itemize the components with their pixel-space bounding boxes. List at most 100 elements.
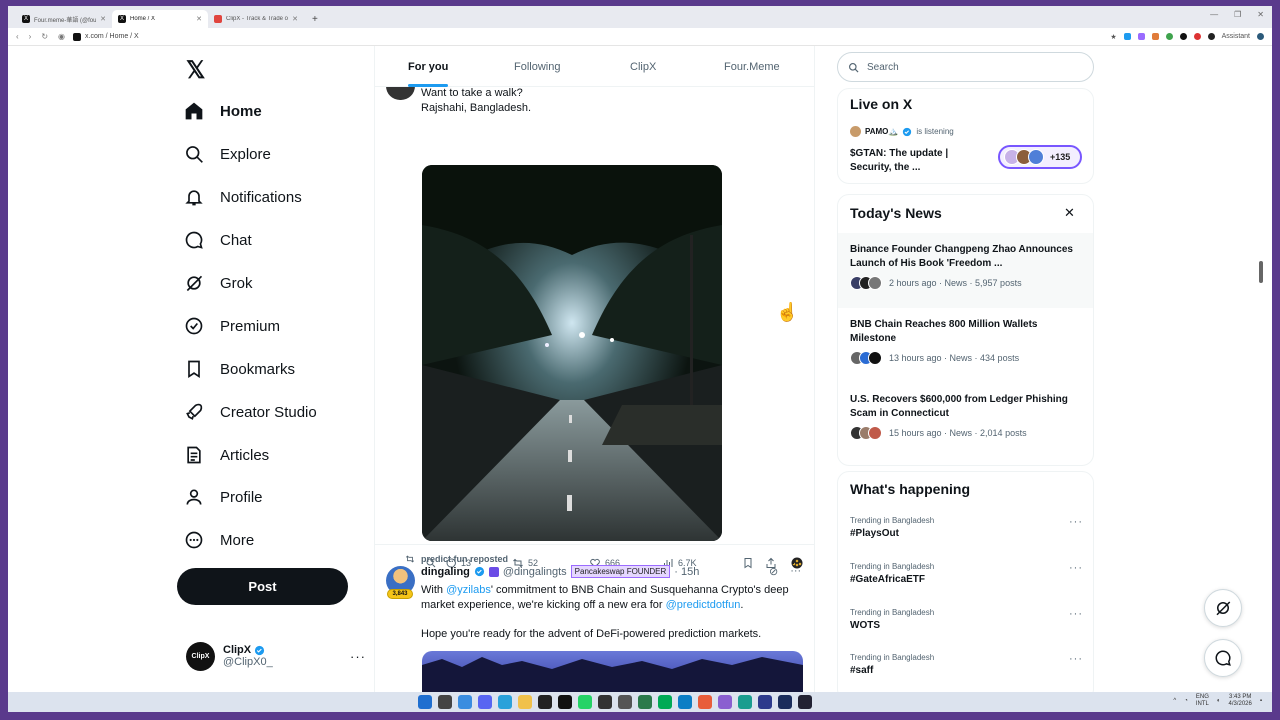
extension-icon[interactable] [1137,33,1145,40]
space-title[interactable]: $GTAN: The update | Security, the ... [850,147,990,175]
browser-tab-fourmeme[interactable]: XFour.meme-華語 (@fourdotm✕ [16,10,112,28]
url-field[interactable]: x.com / Home / X [73,32,139,41]
app-icon[interactable] [458,695,472,709]
extension-icon[interactable] [1165,33,1173,40]
maximize-icon[interactable]: ❐ [1234,10,1241,19]
close-tab-icon[interactable]: ✕ [100,15,106,23]
language-indicator[interactable]: ENG INTL [1196,694,1209,708]
nav-profile[interactable]: Profile [184,477,263,517]
mention-link[interactable]: @yzilabs [446,584,491,596]
author-handle[interactable]: @dingalingts [503,566,567,578]
nav-explore[interactable]: Explore [184,134,271,174]
edge-icon[interactable] [678,695,692,709]
grok-icon[interactable]: ⊘ [769,565,778,578]
news-item[interactable]: Binance Founder Changpeng Zhao Announces… [838,233,1093,308]
space-host[interactable]: PAMO🏔️ is listening [850,126,954,137]
browser-tab-home[interactable]: X Home / X ✕ [112,10,208,28]
tab-four-meme[interactable]: Four.Meme [724,46,780,87]
more-icon[interactable]: ··· [1069,653,1083,665]
more-icon[interactable]: ··· [1069,608,1083,620]
notification-icon[interactable]: ▪ [1260,698,1262,704]
app-icon[interactable] [738,695,752,709]
star-icon[interactable]: ★ [1110,33,1116,41]
app-icon[interactable] [778,695,792,709]
x-logo-icon[interactable]: 𝕏 [186,56,210,84]
tab-clipx[interactable]: ClipX [630,46,656,87]
app-icon[interactable] [538,695,552,709]
tweet-photo[interactable] [422,165,722,541]
trend-item[interactable]: Trending in Bangladesh #saff ··· [850,653,1083,676]
back-icon[interactable]: ‹ [16,32,19,41]
tweet-time[interactable]: · 15h [674,566,699,578]
new-tab-button[interactable]: + [304,10,326,28]
tab-following[interactable]: Following [514,46,560,87]
close-icon[interactable]: ✕ [1064,205,1075,221]
chat-floating-button[interactable] [1204,639,1242,677]
bookmark-button[interactable] [742,557,765,569]
discord-icon[interactable] [478,695,492,709]
wifi-icon[interactable]: ◔ [1184,698,1188,704]
account-more-icon[interactable]: ··· [350,649,366,664]
more-icon[interactable]: ··· [790,565,801,578]
author-name[interactable]: dingaling [421,566,470,578]
browser-tab-clipx[interactable]: ClipX - Track & Trade on X - C✕ [208,10,304,28]
volume-icon[interactable]: ◐ [1217,698,1221,704]
nav-home[interactable]: Home [184,91,262,131]
nav-creator-studio[interactable]: Creator Studio [184,392,317,432]
app-icon[interactable] [798,695,812,709]
trend-item[interactable]: Trending in Bangladesh #GateAfricaETF ··… [850,562,1083,585]
file-explorer-icon[interactable] [518,695,532,709]
nav-grok[interactable]: Grok [184,263,253,303]
repost-context[interactable]: predict.fun reposted [405,554,508,564]
telegram-icon[interactable] [498,695,512,709]
news-item[interactable]: BNB Chain Reaches 800 Million Wallets Mi… [838,308,1093,383]
affiliation-badge[interactable]: Pancakeswap FOUNDER [570,565,671,578]
nav-notifications[interactable]: Notifications [184,177,302,217]
page-scrollbar[interactable] [1259,261,1263,283]
profile-avatar-icon[interactable] [1257,33,1264,40]
news-item[interactable]: U.S. Recovers $600,000 from Ledger Phish… [838,383,1093,458]
more-icon[interactable]: ··· [1069,562,1083,574]
extension-icon[interactable] [1123,33,1131,40]
more-icon[interactable]: ··· [1069,516,1083,528]
post-button[interactable]: Post [177,568,348,605]
avatar[interactable] [386,86,415,100]
nav-bookmarks[interactable]: Bookmarks [184,349,295,389]
trend-item[interactable]: Trending in Bangladesh WOTS ··· [850,608,1083,631]
app-icon[interactable] [558,695,572,709]
chatgpt-icon[interactable] [618,695,632,709]
close-tab-icon[interactable]: ✕ [196,15,202,23]
search-input[interactable]: Search [837,52,1094,82]
extension-icon[interactable] [1193,33,1201,40]
app-icon[interactable] [698,695,712,709]
app-icon[interactable] [758,695,772,709]
app-icon[interactable] [638,695,652,709]
account-switcher[interactable]: ClipX ClipX @ClipX0_ ··· [186,638,366,674]
tray-chevron-icon[interactable]: ^ [1173,698,1176,704]
nav-more[interactable]: More [184,520,254,560]
extension-icon[interactable] [1179,33,1187,40]
nav-premium[interactable]: Premium [184,306,280,346]
extension-icon[interactable] [1207,33,1215,40]
grok-floating-button[interactable] [1204,589,1242,627]
trend-item[interactable]: Trending in Bangladesh #PlaysOut ··· [850,516,1083,539]
forward-icon[interactable]: › [29,32,32,41]
mic-icon[interactable]: ◉ [58,32,65,41]
whatsapp-icon[interactable] [578,695,592,709]
taskview-icon[interactable] [438,695,452,709]
close-window-icon[interactable]: ✕ [1257,10,1264,19]
mention-link[interactable]: @predictdotfun [666,599,741,611]
app-icon[interactable] [598,695,612,709]
reload-icon[interactable]: ↻ [41,32,48,41]
nav-chat[interactable]: Chat [184,220,252,260]
tab-for-you[interactable]: For you [408,46,448,87]
space-listeners[interactable]: +135 [998,145,1082,169]
assistant-button[interactable]: Assistant [1222,33,1250,40]
clock[interactable]: 3:43 PM 4/3/2026 [1229,694,1252,708]
minimize-icon[interactable]: — [1210,10,1218,19]
app-icon[interactable] [658,695,672,709]
close-tab-icon[interactable]: ✕ [292,15,298,23]
app-icon[interactable] [718,695,732,709]
metamask-icon[interactable] [1151,33,1159,40]
windows-start-icon[interactable] [418,695,432,709]
